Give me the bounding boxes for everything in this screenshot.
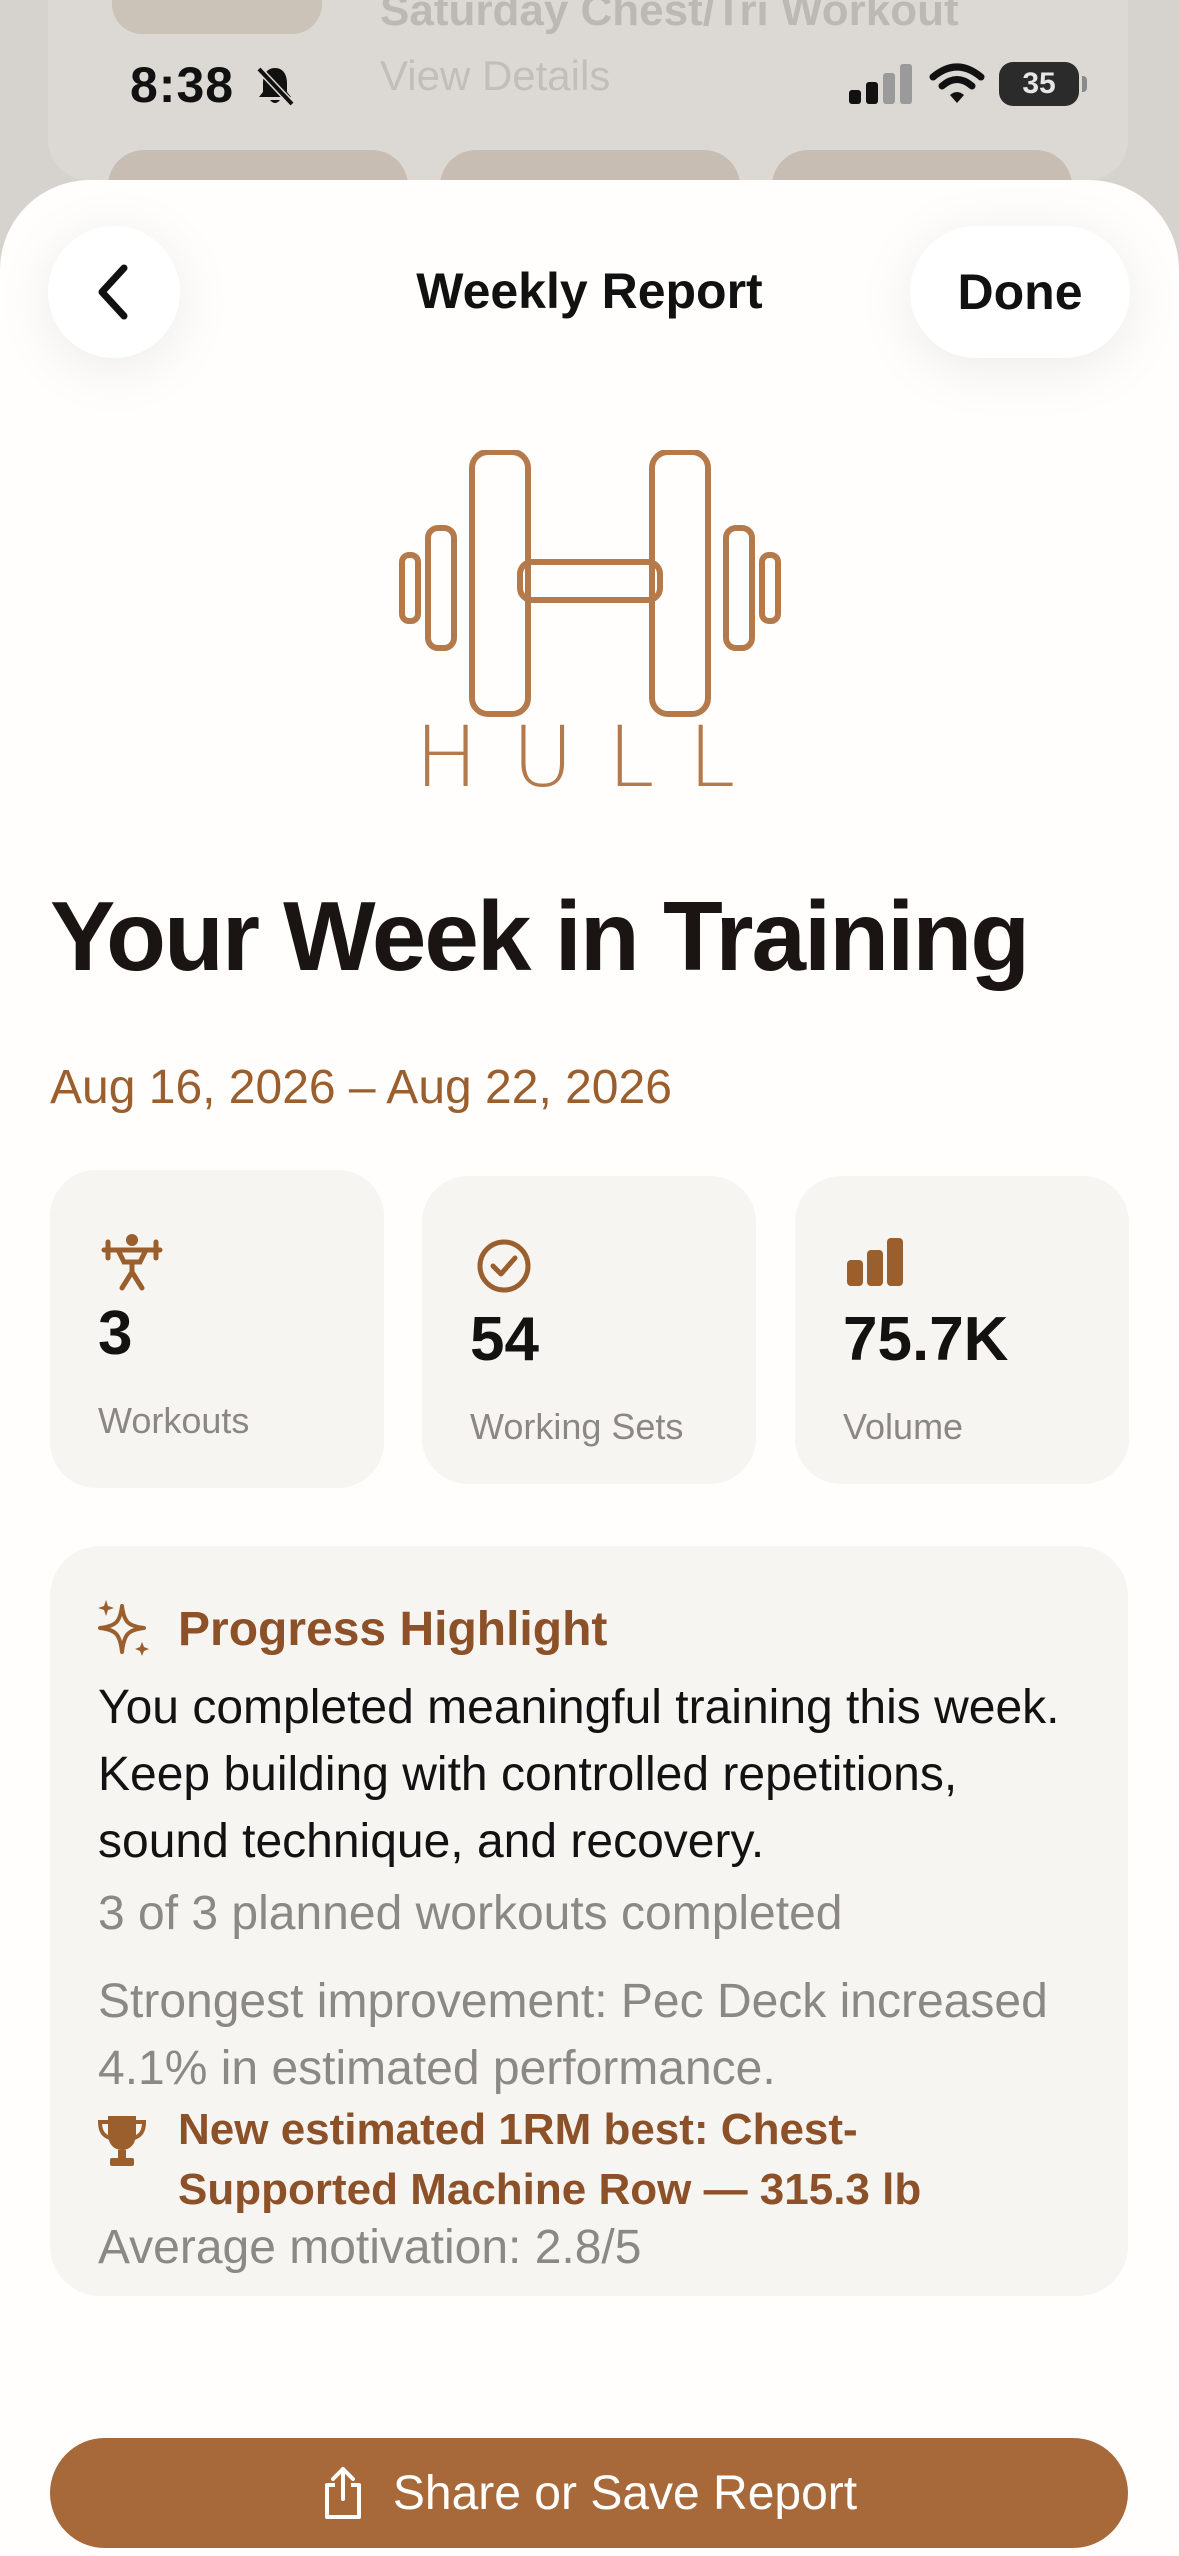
sparkles-icon	[98, 1600, 149, 1656]
hull-wordmark: HULL	[415, 712, 769, 794]
stat-label: Volume	[843, 1406, 964, 1447]
highlight-title: Progress Highlight	[178, 1603, 608, 1656]
stat-value: 54	[470, 1305, 539, 1374]
progress-highlight-card: Progress Highlight You completed meaning…	[50, 1546, 1128, 2296]
status-indicators: 35	[849, 62, 1087, 106]
share-icon	[324, 2467, 361, 2519]
report-title: Your Week in Training	[50, 881, 1030, 991]
background-view-details: View Details	[380, 52, 611, 99]
improvement-text: Strongest improvement: Pec Deck increase…	[98, 1975, 1048, 2095]
stat-value: 75.7K	[843, 1305, 1009, 1374]
highlight-body: You completed meaningful training this w…	[98, 1681, 1060, 1868]
planned-workouts-text: 3 of 3 planned workouts completed	[98, 1887, 843, 1940]
stat-label: Workouts	[98, 1400, 250, 1441]
stat-card-working-sets: 54 Working Sets	[422, 1176, 756, 1484]
done-button[interactable]: Done	[910, 226, 1130, 358]
date-range: Aug 16, 2026 – Aug 22, 2026	[50, 1061, 672, 1114]
weekly-report-sheet: Weekly Report Done HULL Your Week in Tra…	[0, 180, 1179, 2556]
check-circle-icon	[477, 1239, 531, 1293]
share-button-label: Share or Save Report	[392, 2466, 858, 2520]
cellular-signal-icon	[849, 64, 912, 104]
wifi-icon	[929, 63, 985, 103]
svg-text:HULL: HULL	[415, 712, 769, 794]
bell-slash-icon	[256, 66, 295, 107]
average-motivation-text: Average motivation: 2.8/5	[98, 2221, 642, 2274]
status-time: 8:38	[130, 57, 235, 113]
stat-label: Working Sets	[470, 1406, 684, 1447]
stat-card-volume: 75.7K Volume	[795, 1176, 1129, 1484]
share-save-report-button[interactable]: Share or Save Report	[50, 2438, 1128, 2548]
battery-indicator: 35	[999, 62, 1087, 106]
background-thumbnail	[112, 0, 322, 34]
stat-value: 3	[98, 1299, 133, 1368]
stat-card-workouts: 3 Workouts	[50, 1170, 384, 1488]
trophy-icon	[98, 2116, 146, 2166]
bar-chart-icon	[847, 1238, 903, 1286]
weightlifter-icon	[101, 1234, 163, 1291]
new-record-text: New estimated 1RM best: Chest-Supported …	[178, 2105, 922, 2214]
background-workout-title: Saturday Chest/Tri Workout	[380, 0, 959, 35]
